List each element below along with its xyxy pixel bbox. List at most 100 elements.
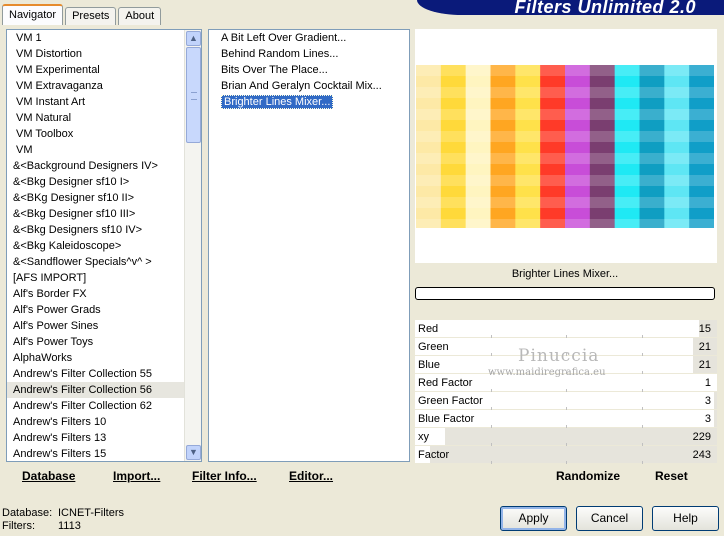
param-value: 3 [704,395,711,407]
filter-item[interactable]: A Bit Left Over Gradient... [209,30,409,46]
param-value: 21 [698,359,711,371]
slider-track[interactable] [415,446,717,464]
category-item[interactable]: Andrew's Filter Collection 62 [7,398,201,414]
category-item[interactable]: VM Natural [7,110,201,126]
tab-presets[interactable]: Presets [65,7,117,25]
preview-band [416,197,714,208]
category-scrollbar[interactable]: ▲ ▼ [184,30,201,461]
category-item[interactable]: VM [7,142,201,158]
category-item[interactable]: Andrew's Filters 15 [7,446,201,461]
parameter-sliders: Red 15 Green 21 Blue 21 Red Factor 1 Green Facto… [415,320,717,464]
category-item[interactable]: &<Bkg Designer sf10 III> [7,206,201,222]
category-list[interactable]: VM 1 VM Distortion VM Experimental VM Extra… [6,29,202,462]
slider-fill [713,410,717,427]
preview-band [416,109,714,120]
grip-icon [191,92,197,100]
category-item[interactable]: Alf's Power Grads [7,302,201,318]
filter-item-label: Bits Over The Place... [221,64,328,76]
slider-tick [490,461,492,464]
category-item[interactable]: &<Background Designers IV> [7,158,201,174]
param-value: 3 [704,413,711,425]
category-item[interactable]: VM Extravaganza [7,78,201,94]
progress-bar [415,287,715,300]
category-item[interactable]: &<Sandflower Specials^v^ > [7,254,201,270]
category-item[interactable]: VM 1 [7,30,201,46]
slider-track[interactable] [415,320,717,338]
cancel-button[interactable]: Cancel [576,506,643,531]
category-item[interactable]: VM Toolbox [7,126,201,142]
category-item[interactable]: Alf's Power Toys [7,334,201,350]
slider-fill [713,392,717,409]
reset-button[interactable]: Reset [655,469,688,483]
watermark-url: www.maidiregrafica.eu [488,367,606,378]
tab-navigator[interactable]: Navigator [2,4,64,25]
category-item[interactable]: &<BKg Designer sf10 II> [7,190,201,206]
param-name: Red Factor [418,377,473,389]
param-name: Blue Factor [418,413,475,425]
category-item[interactable]: Alf's Border FX [7,286,201,302]
category-item[interactable]: Alf's Power Sines [7,318,201,334]
randomize-button[interactable]: Randomize [556,469,620,483]
category-item[interactable]: AlphaWorks [7,350,201,366]
category-item[interactable]: Andrew's Filters 13 [7,430,201,446]
filter-item[interactable]: Brighter Lines Mixer... [209,94,409,110]
filter-item-label: Behind Random Lines... [221,48,339,60]
preview-band [416,153,714,164]
filter-item[interactable]: Behind Random Lines... [209,46,409,62]
category-item[interactable]: VM Distortion [7,46,201,62]
database-value: ICNET-Filters [58,507,124,519]
filter-list[interactable]: A Bit Left Over Gradient... Behind Random… [208,29,410,462]
param-value: 1 [704,377,711,389]
param-name: Factor [418,449,450,461]
filter-item[interactable]: Bits Over The Place... [209,62,409,78]
filters-label: Filters: [2,520,35,532]
preview-band [416,131,714,142]
filter-item[interactable]: Brian And Geralyn Cocktail Mix... [209,78,409,94]
param-value: 15 [698,323,711,335]
category-item[interactable]: Andrew's Filter Collection 55 [7,366,201,382]
slider-tick [641,461,643,464]
preview-band [416,219,714,228]
database-label: Database: [2,507,53,519]
preview-band [416,175,714,186]
category-item[interactable]: VM Instant Art [7,94,201,110]
slider-fill [430,446,717,463]
scroll-up-arrow-icon[interactable]: ▲ [186,31,201,46]
tab-strip: Navigator Presets About [2,3,163,25]
scroll-down-arrow-icon[interactable]: ▼ [186,445,201,460]
database-info: Database: ICNET-Filters [2,507,124,519]
category-item[interactable]: VM Experimental [7,62,201,78]
param-slider[interactable]: Factor 243 [415,446,717,464]
filter-item-label: A Bit Left Over Gradient... [221,32,347,44]
category-item[interactable]: Andrew's Filter Collection 56 [7,382,201,398]
title-banner: Filters Unlimited 2.0 [417,0,724,15]
param-slider[interactable]: Blue Factor 3 [415,410,717,428]
database-menu[interactable]: Database [22,469,75,483]
tab-about[interactable]: About [118,7,162,25]
category-item[interactable]: &<Bkg Kaleidoscope> [7,238,201,254]
category-items: VM 1 VM Distortion VM Experimental VM Extra… [7,30,201,461]
preview-band [416,65,714,76]
preview-panel [415,29,717,263]
param-name: Red [418,323,439,335]
slider-tick [566,461,567,464]
app-title: Filters Unlimited 2.0 [514,0,696,15]
slider-fill [445,428,717,445]
category-item[interactable]: &<Bkg Designers sf10 IV> [7,222,201,238]
editor-menu[interactable]: Editor... [289,469,333,483]
apply-button[interactable]: Apply [500,506,567,531]
category-item[interactable]: [AFS IMPORT] [7,270,201,286]
param-name: Blue [418,359,441,371]
param-slider[interactable]: Red 15 [415,320,717,338]
param-slider[interactable]: Green Factor 3 [415,392,717,410]
filter-info-menu[interactable]: Filter Info... [192,469,257,483]
param-slider[interactable]: xy 229 [415,428,717,446]
param-value: 243 [692,449,711,461]
category-item[interactable]: Andrew's Filters 10 [7,414,201,430]
preview-image [416,65,714,228]
help-button[interactable]: Help [652,506,719,531]
slider-track[interactable] [415,428,717,446]
import-menu[interactable]: Import... [113,469,160,483]
scrollbar-thumb[interactable] [186,47,201,143]
category-item[interactable]: &<Bkg Designer sf10 I> [7,174,201,190]
